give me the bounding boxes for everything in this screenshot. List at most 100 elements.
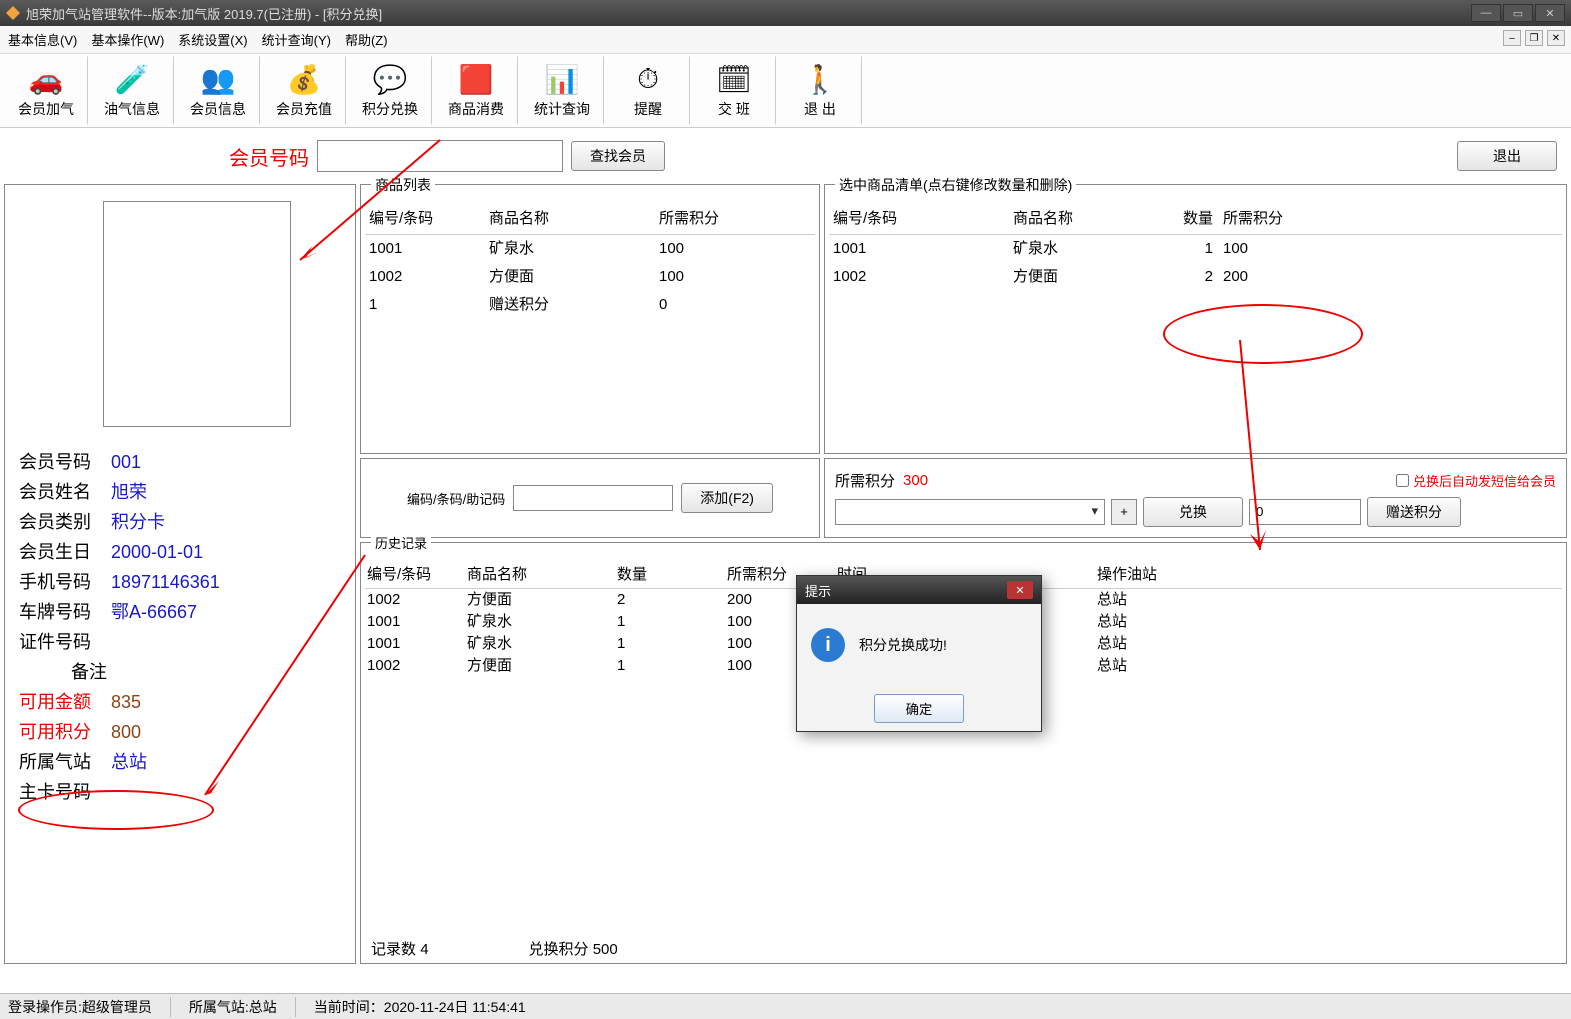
menu-stats-query[interactable]: 统计查询(Y) (262, 30, 331, 49)
selected-row[interactable]: 1002方便面2200 (829, 263, 1562, 291)
gift-points-button[interactable]: 赠送积分 (1367, 497, 1461, 527)
sl-col-name: 商品名称 (1013, 207, 1153, 228)
maximize-button[interactable]: ▭ (1503, 4, 1533, 22)
member-photo (103, 201, 291, 427)
selected-list-box: 选中商品清单(点右键修改数量和删除) 编号/条码 商品名称 数量 所需积分 10… (824, 184, 1567, 454)
val-member-name: 旭荣 (111, 477, 147, 507)
gift-points-input[interactable] (1249, 499, 1361, 525)
add-product-box: 编码/条码/助记码 添加(F2) (360, 458, 820, 538)
status-time-label: 当前时间： (314, 999, 384, 1015)
tool-exit[interactable]: 🚶退 出 (778, 56, 862, 125)
find-member-button[interactable]: 查找会员 (571, 141, 665, 171)
tool-shift[interactable]: 🗓交 班 (692, 56, 776, 125)
lbl-member-birth: 会员生日 (19, 537, 111, 567)
summary-pts-label: 兑换积分 (529, 941, 589, 958)
lbl-member-station: 所属气站 (19, 747, 111, 777)
tool-points-redeem[interactable]: 💬积分兑换 (348, 56, 432, 125)
minimize-button[interactable]: — (1471, 4, 1501, 22)
alert-ok-button[interactable]: 确定 (874, 694, 964, 723)
member-search-bar: 会员号码 查找会员 退出 (0, 128, 1571, 184)
alert-dialog: 提示 ✕ i 积分兑换成功! 确定 (796, 575, 1042, 732)
product-row[interactable]: 1赠送积分0 (365, 291, 815, 319)
flask-icon: 🧪 (115, 63, 150, 97)
close-button[interactable]: ✕ (1535, 4, 1565, 22)
pl-col-points: 所需积分 (659, 207, 769, 228)
add-code-input[interactable] (513, 485, 673, 511)
status-bar: 登录操作员:超级管理员 所属气站:总站 当前时间：2020-11-24日 11:… (0, 993, 1571, 1019)
menu-basic-ops[interactable]: 基本操作(W) (91, 30, 164, 49)
tool-stats-query[interactable]: 📊统计查询 (520, 56, 604, 125)
mdi-restore-button[interactable]: ❐ (1525, 30, 1543, 46)
val-member-phone: 18971146361 (111, 567, 220, 597)
summary-pts-value: 500 (593, 941, 618, 958)
menubar: 基本信息(V) 基本操作(W) 系统设置(X) 统计查询(Y) 帮助(Z) – … (0, 26, 1571, 54)
selected-list-title: 选中商品清单(点右键修改数量和删除) (835, 175, 1076, 195)
menu-basic-info[interactable]: 基本信息(V) (8, 30, 77, 49)
lbl-member-balance: 可用金额 (19, 687, 111, 717)
chart-icon: 📊 (545, 63, 580, 97)
window-titlebar: 旭荣加气站管理软件--版本:加气版 2019.7(已注册) - [积分兑换] —… (0, 0, 1571, 26)
status-operator-label: 登录操作员: (8, 999, 82, 1015)
lbl-member-points: 可用积分 (19, 717, 111, 747)
alert-message: 积分兑换成功! (859, 635, 947, 655)
alert-close-button[interactable]: ✕ (1007, 581, 1033, 599)
tool-remind[interactable]: ⏱提醒 (606, 56, 690, 125)
info-icon: i (811, 628, 845, 662)
toolbar: 🚗会员加气 🧪油气信息 👥会员信息 💰会员充值 💬积分兑换 🟥商品消费 📊统计查… (0, 54, 1571, 128)
member-code-input[interactable] (317, 140, 563, 172)
lbl-member-remark: 备注 (19, 657, 111, 687)
tool-goods-consume[interactable]: 🟥商品消费 (434, 56, 518, 125)
menu-help[interactable]: 帮助(Z) (345, 30, 388, 49)
sms-checkbox[interactable] (1396, 474, 1409, 487)
val-member-plate: 鄂A-66667 (111, 597, 197, 627)
selected-row[interactable]: 1001矿泉水1100 (829, 235, 1562, 263)
people-icon: 👥 (201, 63, 236, 97)
redeem-combo[interactable] (835, 499, 1105, 525)
sl-col-points: 所需积分 (1223, 207, 1313, 228)
car-icon: 🚗 (29, 63, 64, 97)
h-col-name: 商品名称 (467, 563, 617, 584)
redeem-box: 所需积分 300 兑换后自动发短信给会员 + 兑换 赠送积分 (824, 458, 1567, 538)
exit-button[interactable]: 退出 (1457, 141, 1557, 171)
window-title: 旭荣加气站管理软件--版本:加气版 2019.7(已注册) - [积分兑换] (26, 4, 1471, 23)
add-button[interactable]: 添加(F2) (681, 483, 773, 513)
lbl-member-phone: 手机号码 (19, 567, 111, 597)
h-col-code: 编号/条码 (367, 563, 467, 584)
status-station: 总站 (249, 999, 277, 1015)
lbl-member-name: 会员姓名 (19, 477, 111, 507)
lbl-member-code: 会员号码 (19, 447, 111, 477)
lbl-member-master: 主卡号码 (19, 777, 111, 807)
pl-col-name: 商品名称 (489, 207, 659, 228)
status-operator: 超级管理员 (82, 999, 152, 1015)
app-icon (6, 6, 20, 20)
member-code-label: 会员号码 (229, 142, 309, 171)
tool-gas-info[interactable]: 🧪油气信息 (90, 56, 174, 125)
product-list-box: 商品列表 编号/条码 商品名称 所需积分 1001矿泉水1001002方便面10… (360, 184, 820, 454)
tool-member-recharge[interactable]: 💰会员充值 (262, 56, 346, 125)
mdi-close-button[interactable]: ✕ (1547, 30, 1565, 46)
member-info-panel: 会员号码001 会员姓名旭荣 会员类别积分卡 会员生日2000-01-01 手机… (4, 184, 356, 964)
val-member-code: 001 (111, 447, 141, 477)
grid-icon: 🟥 (459, 63, 494, 97)
plus-button[interactable]: + (1111, 499, 1137, 525)
add-code-label: 编码/条码/助记码 (407, 489, 505, 508)
required-points-label: 所需积分 (835, 470, 895, 491)
bubble-icon: 💬 (373, 63, 408, 97)
product-row[interactable]: 1002方便面100 (365, 263, 815, 291)
status-time: 2020-11-24日 11:54:41 (384, 999, 526, 1015)
menu-system-settings[interactable]: 系统设置(X) (178, 30, 247, 49)
tool-member-info[interactable]: 👥会员信息 (176, 56, 260, 125)
lbl-member-type: 会员类别 (19, 507, 111, 537)
right-panel: 商品列表 编号/条码 商品名称 所需积分 1001矿泉水1001002方便面10… (360, 184, 1567, 964)
coin-icon: 💰 (287, 63, 322, 97)
tool-member-refuel[interactable]: 🚗会员加气 (4, 56, 88, 125)
status-station-label: 所属气站: (189, 999, 249, 1015)
sl-col-code: 编号/条码 (833, 207, 1013, 228)
sms-checkbox-label[interactable]: 兑换后自动发短信给会员 (1396, 471, 1556, 490)
product-row[interactable]: 1001矿泉水100 (365, 235, 815, 263)
mdi-minimize-button[interactable]: – (1503, 30, 1521, 46)
val-member-station: 总站 (111, 747, 147, 777)
val-member-type: 积分卡 (111, 507, 165, 537)
calendar-icon: 🗓 (716, 63, 752, 97)
redeem-button[interactable]: 兑换 (1143, 497, 1243, 527)
